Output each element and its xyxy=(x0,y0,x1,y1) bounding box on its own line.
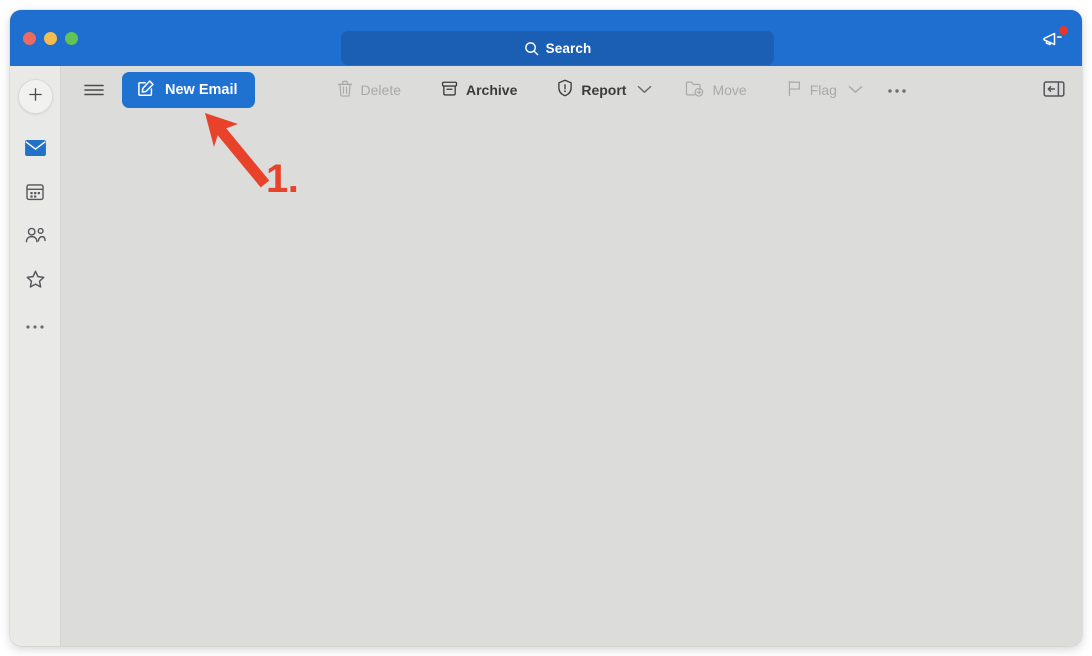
star-icon xyxy=(25,269,46,295)
flag-label: Flag xyxy=(809,81,837,98)
chevron-down-icon xyxy=(637,82,652,97)
sidebar-item-calendar[interactable] xyxy=(18,182,52,206)
new-email-label: New Email xyxy=(165,81,238,98)
window-controls xyxy=(23,10,78,66)
sidebar-item-people[interactable] xyxy=(18,226,52,250)
search-placeholder: Search xyxy=(545,40,592,56)
ellipsis-icon xyxy=(887,86,907,94)
hamburger-icon[interactable] xyxy=(83,79,105,101)
notification-badge xyxy=(1059,26,1068,35)
delete-button[interactable]: Delete xyxy=(328,74,410,106)
archive-icon xyxy=(441,80,458,100)
ellipsis-icon xyxy=(25,317,45,335)
toolbar: New Email Delete Archive Report Move Fla… xyxy=(61,66,1082,113)
folder-move-icon xyxy=(685,80,704,100)
flag-chevron-button[interactable] xyxy=(846,76,867,103)
toolbar-actions: Delete Archive Report Move Flag xyxy=(328,73,915,106)
rail-item-list xyxy=(18,138,52,338)
toolbar-overflow-button[interactable] xyxy=(879,80,915,100)
compose-icon xyxy=(137,79,155,101)
archive-label: Archive xyxy=(466,81,518,98)
add-account-button[interactable] xyxy=(17,79,53,114)
people-icon xyxy=(24,226,47,250)
sidebar-item-favorites[interactable] xyxy=(18,270,52,294)
calendar-icon xyxy=(25,182,45,207)
search-input[interactable]: Search xyxy=(341,31,774,65)
title-bar: Search xyxy=(10,10,1082,66)
left-rail xyxy=(10,66,61,646)
minimize-button[interactable] xyxy=(44,31,57,45)
move-label: Move xyxy=(712,81,747,98)
maximize-button[interactable] xyxy=(65,31,78,45)
shield-alert-icon xyxy=(557,79,573,100)
plus-icon xyxy=(27,86,44,108)
move-button[interactable]: Move xyxy=(676,74,755,106)
mail-icon xyxy=(24,139,47,162)
close-button[interactable] xyxy=(23,31,36,45)
sidebar-item-mail[interactable] xyxy=(18,138,52,162)
delete-label: Delete xyxy=(360,81,401,98)
window-body: New Email Delete Archive Report Move Fla… xyxy=(10,66,1082,646)
announcements-button[interactable] xyxy=(1038,26,1068,52)
new-email-button[interactable]: New Email xyxy=(122,71,255,108)
report-label: Report xyxy=(581,81,627,98)
app-window: Search New Email Delete Archive Report M… xyxy=(10,10,1082,646)
sidebar-item-more[interactable] xyxy=(18,314,52,338)
flag-icon xyxy=(787,80,802,100)
report-button[interactable]: Report xyxy=(548,73,635,106)
message-list-pane xyxy=(61,113,1082,646)
screenshot-root: Search New Email Delete Archive Report M… xyxy=(0,0,1092,656)
archive-button[interactable]: Archive xyxy=(432,74,526,106)
search-icon xyxy=(524,41,539,56)
main-column: New Email Delete Archive Report Move Fla… xyxy=(61,66,1082,646)
chevron-down-icon xyxy=(848,82,863,97)
panel-collapse-button[interactable] xyxy=(1042,79,1066,99)
flag-button[interactable]: Flag xyxy=(778,74,846,106)
trash-icon xyxy=(337,80,353,100)
report-chevron-button[interactable] xyxy=(635,76,656,103)
